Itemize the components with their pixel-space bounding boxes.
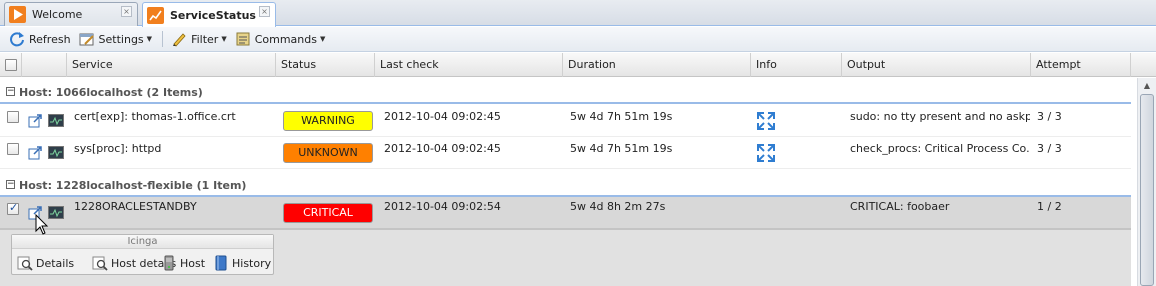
close-icon[interactable]: × <box>259 6 270 17</box>
chart-icon <box>147 6 164 24</box>
chevron-down-icon: ▼ <box>319 35 326 43</box>
select-all-checkbox[interactable] <box>5 59 17 71</box>
last-check: 2012-10-04 09:02:45 <box>384 142 501 155</box>
history-action[interactable]: History <box>213 254 271 272</box>
scrollbar-thumb[interactable] <box>1140 94 1154 286</box>
commands-label: Commands <box>254 32 317 46</box>
table-row[interactable]: sys[proc]: httpd UNKNOWN 2012-10-04 09:0… <box>0 137 1131 169</box>
monitor-icon[interactable] <box>48 114 64 127</box>
filter-button[interactable]: Filter ▼ <box>168 29 230 50</box>
details-label: Details <box>36 256 75 270</box>
column-header-service[interactable]: Service <box>67 53 276 77</box>
table-row[interactable]: 1228ORACLESTANDBY CRITICAL 2012-10-04 09… <box>0 197 1131 229</box>
row-checkbox[interactable] <box>7 201 19 215</box>
host-label: Host <box>180 256 206 270</box>
last-check: 2012-10-04 09:02:45 <box>384 110 501 123</box>
grid-body: − Host: 1066localhost (2 Items) cert[exp… <box>0 78 1137 286</box>
mouse-cursor-icon <box>35 214 49 235</box>
toolbar: Refresh Settings ▼ Filter ▼ Commands ▼ <box>0 27 1156 52</box>
history-label: History <box>232 256 272 270</box>
collapse-icon[interactable]: − <box>6 180 15 189</box>
collapse-icon[interactable]: − <box>6 87 15 96</box>
service-name[interactable]: 1228ORACLESTANDBY <box>74 195 274 225</box>
external-link-icon[interactable] <box>28 114 42 128</box>
host-action[interactable]: Host <box>161 254 205 272</box>
table-row[interactable]: cert[exp]: thomas-1.office.crt WARNING 2… <box>0 105 1131 137</box>
host-group-label: Host: 1066localhost (2 Items) <box>19 86 203 99</box>
tab-servicestatus-label: ServiceStatus <box>170 8 256 22</box>
host-group-label: Host: 1228localhost-flexible (1 Item) <box>19 179 247 192</box>
pencil-icon <box>171 31 187 47</box>
column-header-duration[interactable]: Duration <box>563 53 751 77</box>
service-name[interactable]: sys[proc]: httpd <box>74 137 274 167</box>
host-group-header[interactable]: − Host: 1228localhost-flexible (1 Item) <box>0 171 1131 197</box>
refresh-label: Refresh <box>29 32 71 46</box>
last-check: 2012-10-04 09:02:54 <box>384 200 501 213</box>
toolbar-separator <box>162 31 164 47</box>
attempt: 3 / 3 <box>1037 110 1062 123</box>
duration: 5w 4d 7h 51m 19s <box>570 142 673 155</box>
settings-button[interactable]: Settings ▼ <box>76 29 156 50</box>
tab-strip: Welcome × ServiceStatus × <box>0 0 1156 27</box>
column-header-status[interactable]: Status <box>276 53 375 77</box>
play-icon <box>9 6 26 23</box>
magnifier-icon <box>92 255 108 271</box>
actions-title: Icinga <box>12 235 273 249</box>
tab-servicestatus[interactable]: ServiceStatus × <box>142 2 276 27</box>
output: check_procs: Critical Process Co... <box>850 142 1030 155</box>
magnifier-icon <box>17 255 33 271</box>
book-icon <box>213 255 229 271</box>
grid-header: Service Status Last check Duration Info … <box>0 53 1156 77</box>
settings-icon <box>79 31 95 47</box>
host-group-header[interactable]: − Host: 1066localhost (2 Items) <box>0 78 1131 104</box>
external-link-icon[interactable] <box>28 146 42 160</box>
tab-welcome[interactable]: Welcome × <box>4 2 138 26</box>
row-detail-panel: Icinga Details Host details Host History <box>0 229 1131 286</box>
close-icon[interactable]: × <box>121 6 132 17</box>
filter-label: Filter <box>191 32 219 46</box>
column-header-output[interactable]: Output <box>842 53 1031 77</box>
output: sudo: no tty present and no askpa... <box>850 110 1030 123</box>
tab-welcome-label: Welcome <box>32 8 83 21</box>
column-header-last-check[interactable]: Last check <box>375 53 563 77</box>
details-action[interactable]: Details <box>17 254 74 272</box>
server-icon <box>161 255 177 271</box>
duration: 5w 4d 8h 2m 27s <box>570 200 666 213</box>
column-header-attempt[interactable]: Attempt <box>1031 53 1131 77</box>
info-icon[interactable] <box>757 144 775 162</box>
vertical-scrollbar[interactable]: ▲ <box>1137 78 1156 286</box>
header-select-all[interactable] <box>0 53 22 77</box>
status-badge: CRITICAL <box>283 203 373 223</box>
row-checkbox[interactable] <box>7 111 19 123</box>
column-header-info[interactable]: Info <box>751 53 842 77</box>
scroll-up-icon[interactable]: ▲ <box>1140 79 1154 93</box>
info-icon[interactable] <box>757 112 775 130</box>
commands-button[interactable]: Commands ▼ <box>232 29 329 50</box>
attempt: 3 / 3 <box>1037 142 1062 155</box>
monitor-icon[interactable] <box>48 146 64 159</box>
header-icons <box>22 53 67 77</box>
status-badge: UNKNOWN <box>283 143 373 163</box>
output: CRITICAL: foobaer <box>850 200 950 213</box>
service-name[interactable]: cert[exp]: thomas-1.office.crt <box>74 105 274 135</box>
chevron-down-icon: ▼ <box>146 35 153 43</box>
chevron-down-icon: ▼ <box>221 35 227 43</box>
row-checkbox[interactable] <box>7 143 19 155</box>
commands-icon <box>235 31 251 47</box>
icinga-actions-box: Icinga Details Host details Host History <box>11 234 274 275</box>
duration: 5w 4d 7h 51m 19s <box>570 110 673 123</box>
refresh-button[interactable]: Refresh <box>6 29 74 50</box>
monitor-icon[interactable] <box>48 206 64 219</box>
attempt: 1 / 2 <box>1037 200 1062 213</box>
settings-label: Settings <box>98 32 144 46</box>
status-badge: WARNING <box>283 111 373 131</box>
refresh-icon <box>9 31 25 47</box>
